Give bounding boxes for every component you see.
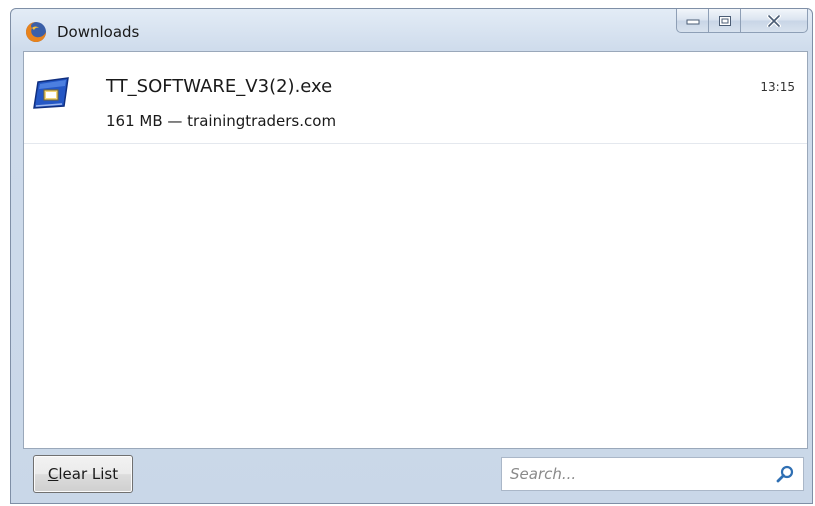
downloads-list[interactable]: TT_SOFTWARE_V3(2).exe 161 MB — trainingt… [23, 51, 808, 449]
downloads-window: Downloads TT_SOFTWARE_V3(2).exe 161 MB —… [10, 8, 813, 504]
window-title: Downloads [57, 23, 140, 41]
download-file-name: TT_SOFTWARE_V3(2).exe [106, 76, 333, 97]
clear-list-label: lear List [58, 465, 119, 483]
executable-file-icon [33, 77, 69, 109]
clear-list-access-key: C [47, 465, 59, 483]
close-icon [767, 14, 781, 27]
search-input[interactable] [502, 458, 762, 490]
search-icon[interactable] [775, 464, 795, 484]
download-status: 161 MB — trainingtraders.com [106, 112, 337, 130]
close-button[interactable] [740, 9, 808, 33]
caption-buttons [676, 9, 808, 33]
maximize-button[interactable] [708, 9, 740, 33]
firefox-logo-icon [26, 22, 46, 42]
minimize-button[interactable] [676, 9, 708, 33]
title-bar[interactable]: Downloads [11, 9, 812, 53]
bottom-bar: Clear List [23, 449, 808, 499]
download-time: 13:15 [760, 80, 795, 94]
clear-list-button[interactable]: Clear List [33, 455, 133, 493]
download-item[interactable]: TT_SOFTWARE_V3(2).exe 161 MB — trainingt… [24, 52, 807, 144]
maximize-icon [718, 15, 731, 26]
minimize-icon [686, 19, 699, 24]
search-box[interactable] [501, 457, 804, 491]
